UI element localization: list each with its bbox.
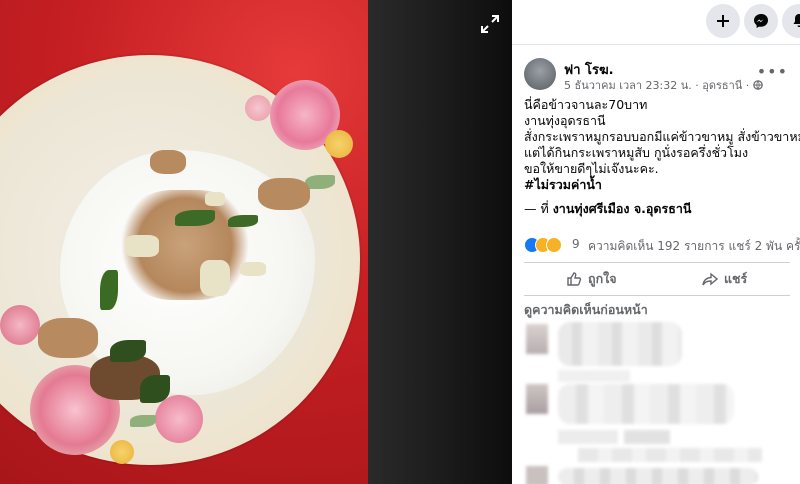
post-header: ฟา โรฆ. 5 ธันวาคม เวลา 23:32 น. · อุดรธา… [524,58,794,94]
plus-icon [717,15,729,27]
notifications-button[interactable] [782,4,800,38]
post-line: นี่คือข้าวจานละ70บาท [524,97,648,112]
action-bar: ถูกใจ แชร์ [524,262,790,296]
photo-viewer[interactable] [0,0,512,484]
reaction-count[interactable]: 9 [572,237,580,251]
minced-pork [150,150,186,174]
basil-leaf [110,340,146,362]
pink-flower-decoration [0,305,40,345]
location-prefix: — ที่ [524,201,549,216]
share-button[interactable]: แชร์ [702,263,747,295]
post-line: งานทุ่งอุดรธานี [524,113,606,128]
expand-icon [481,15,499,33]
post-timestamp[interactable]: 5 ธันวาคม เวลา 23:32 น. · อุดรธานี · [564,79,749,92]
share-label: แชร์ [724,271,748,286]
comment-bubble [558,322,682,366]
previous-comments-link[interactable]: ดูความคิดเห็นก่อนหน้า [524,300,648,320]
green-leaf-decoration [130,415,156,427]
post-line: ขอให้ขายดีๆไม่เจ๊งนะคะ. [524,161,659,176]
comment-bubble [624,430,670,444]
minced-pork [38,318,98,358]
comment-avatar[interactable] [526,384,548,414]
post-line: แต่ได้กินกระเพราหมูสับ กูนั่งรอครึ่งชั่ว… [524,145,749,160]
minced-pork [258,178,310,210]
basil-leaf [175,210,215,226]
yellow-flower-decoration [325,130,353,158]
onion-slice [240,262,266,276]
comment-bubble [558,430,618,444]
comment-bubble [578,448,762,462]
reaction-icons[interactable] [524,236,566,254]
like-label: ถูกใจ [588,271,617,286]
create-button[interactable] [706,4,740,38]
post-meta: 5 ธันวาคม เวลา 23:32 น. · อุดรธานี · [564,76,763,94]
basil-leaf [100,270,118,310]
comment-avatar[interactable] [526,466,548,484]
messenger-icon [754,14,768,28]
messenger-button[interactable] [744,4,778,38]
comment-bubble [558,384,734,424]
more-options-icon[interactable]: ••• [757,62,788,81]
post-panel: ฟา โรฆ. 5 ธันวาคม เวลา 23:32 น. · อุดรธา… [512,0,800,484]
pink-flower-decoration [245,95,271,121]
hashtag-link[interactable]: #ไม่รวมค่าน้ำ [524,177,796,193]
pink-flower-decoration [155,395,203,443]
location-link[interactable]: งานทุ่งศรีเมือง จ.อุดรธานี [553,201,692,216]
comments-shares-count[interactable]: ความคิดเห็น 192 รายการ แชร์ 2 พัน ครั้ง [588,237,800,256]
like-button[interactable]: ถูกใจ [566,263,617,295]
basil-leaf [140,375,170,403]
post-line: สั่งกระเพราหมูกรอบบอกมีแค่ข้าวขาหมู สั่ง… [524,129,800,144]
avatar[interactable] [524,58,556,90]
top-bar [512,0,800,45]
share-icon [702,272,718,286]
viewer-backdrop [368,0,512,484]
reactions-bar: 9 ความคิดเห็น 192 รายการ แชร์ 2 พัน ครั้… [524,236,800,254]
globe-icon [753,80,763,90]
onion-slice [125,235,159,257]
comment-bubble [558,370,630,382]
green-leaf-decoration [305,175,335,189]
location-line: — ที่ งานทุ่งศรีเมือง จ.อุดรธานี [524,201,796,217]
bell-icon [793,14,800,27]
sad-reaction-icon [546,237,562,253]
expand-button[interactable] [476,10,504,38]
thumbs-up-icon [567,272,582,286]
onion-slice [205,192,225,206]
basil-leaf [228,215,258,227]
onion-slice [200,260,230,296]
post-text: นี่คือข้าวจานละ70บาท งานทุ่งอุดรธานี สั่… [524,97,800,217]
comment-avatar[interactable] [526,324,548,354]
comment-bubble [558,468,758,484]
yellow-flower-decoration [110,440,134,464]
